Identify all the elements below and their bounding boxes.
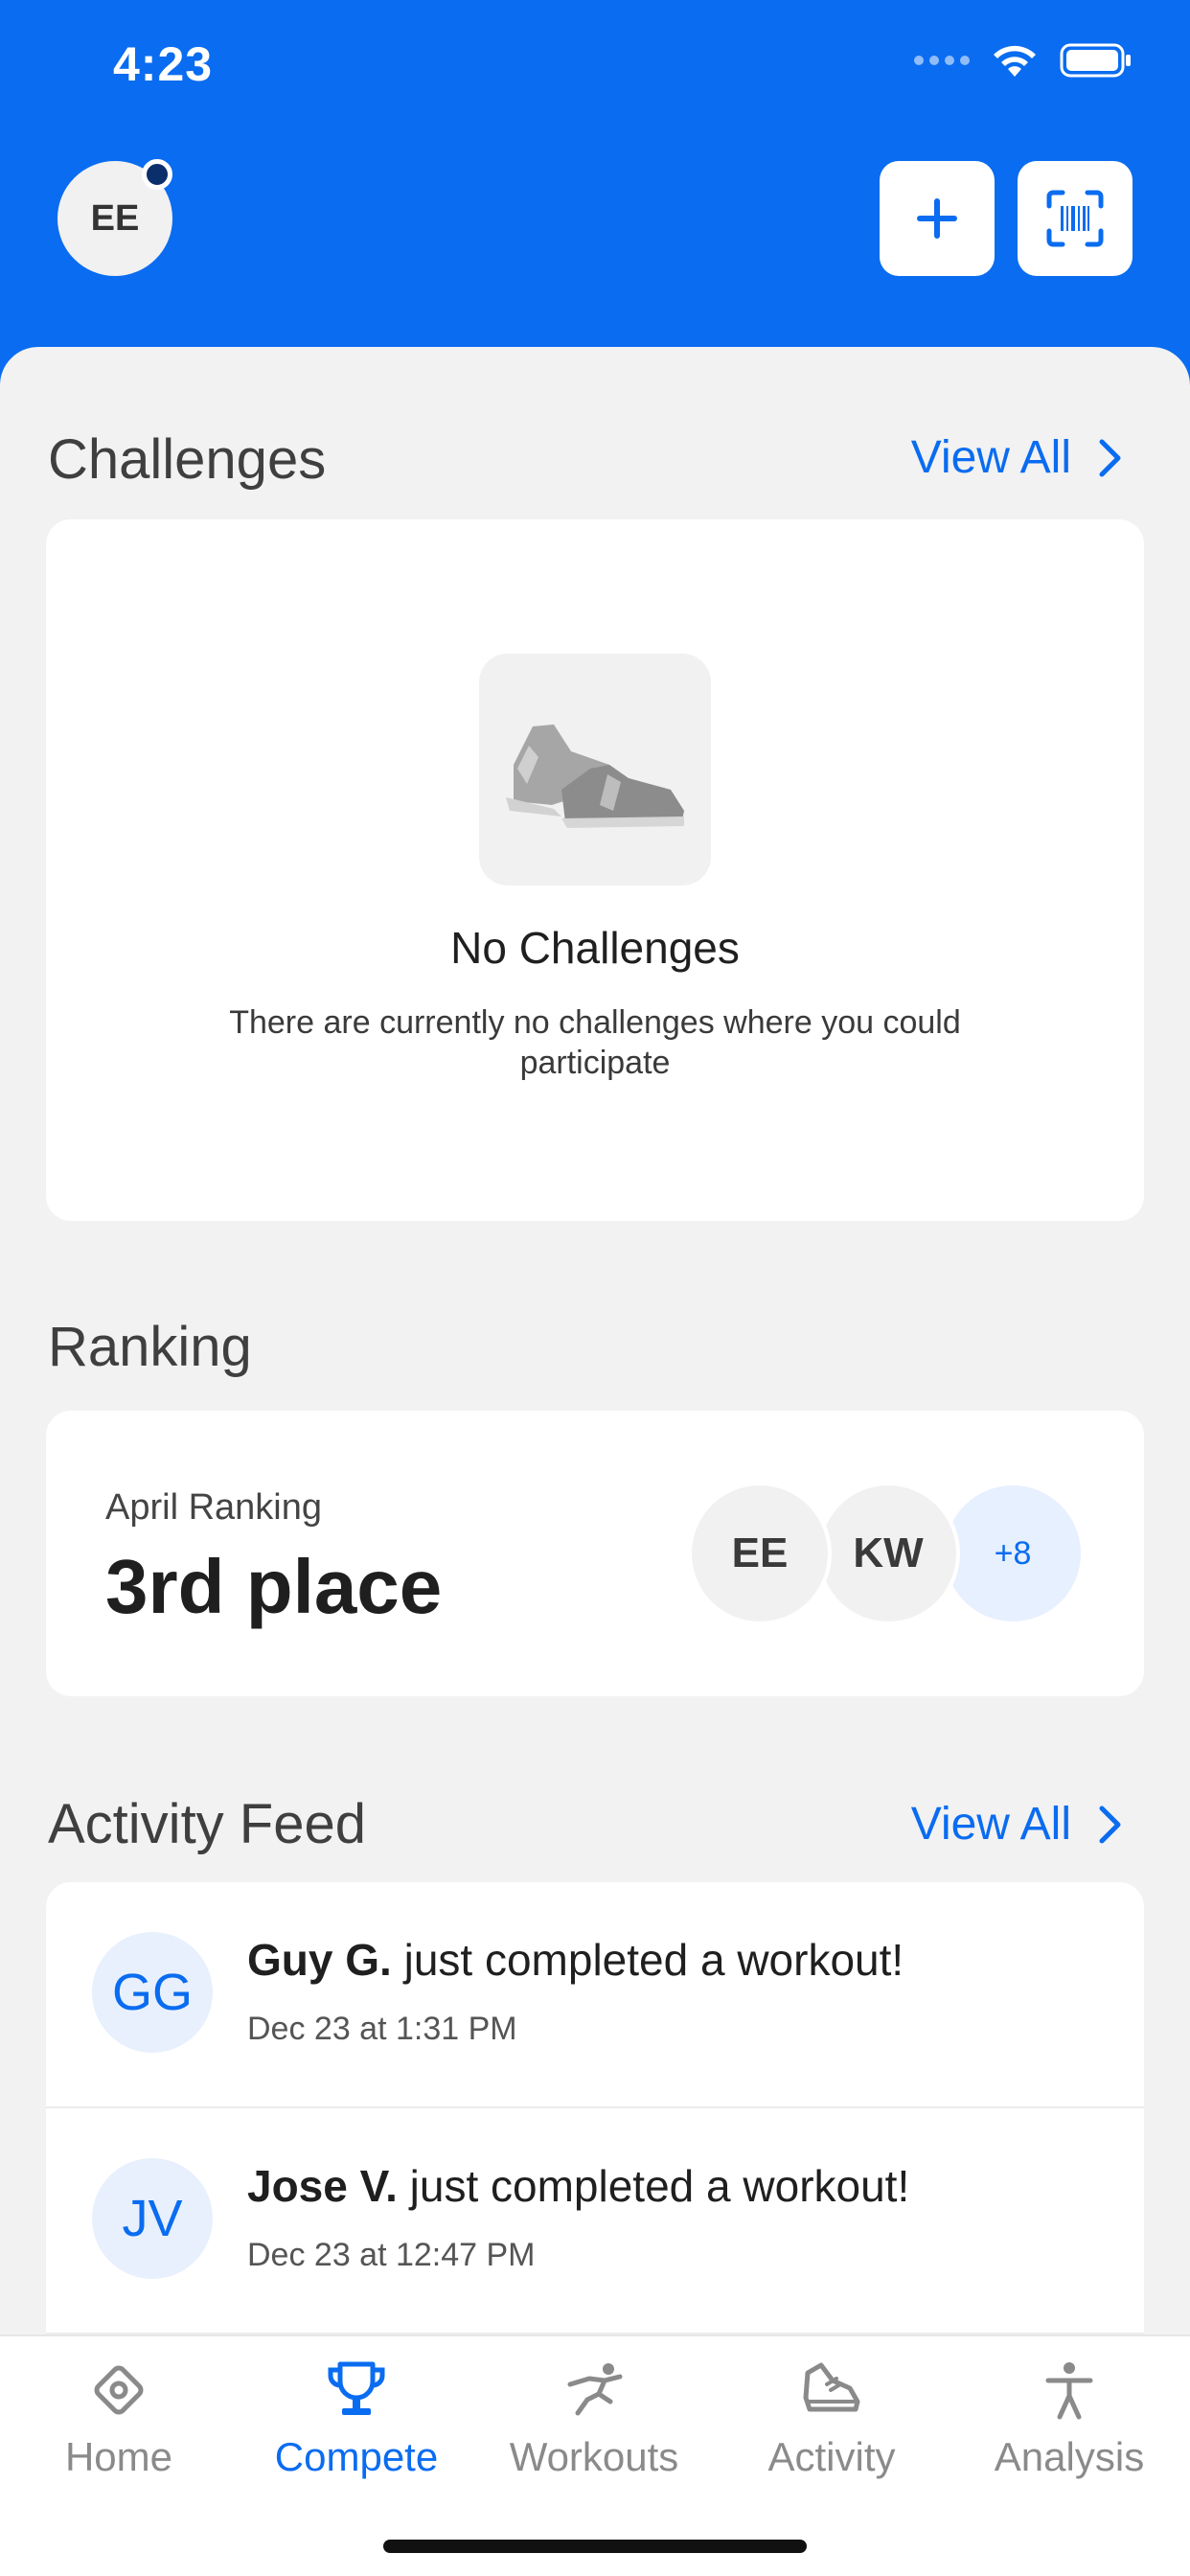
chevron-right-icon [1099,439,1121,476]
feed-avatar-initials: JV [122,2190,183,2247]
person-icon [1045,2362,1093,2420]
feed-user-name: Jose V. [247,2161,398,2211]
feed-user-name: Guy G. [247,1935,392,1985]
notification-dot [142,159,172,190]
tab-analysis[interactable]: Analysis [950,2352,1188,2496]
activity-feed-title: Activity Feed [48,1793,366,1855]
shoe-icon [803,2362,860,2412]
feed-avatar: GG [92,1932,213,2053]
feed-timestamp: Dec 23 at 12:47 PM [247,2237,536,2273]
barcode-scan-icon [1046,190,1104,247]
feed-action: just completed a workout! [391,1935,904,1985]
no-challenges-description: There are currently no challenges where … [229,1004,961,1081]
status-time: 4:23 [113,37,214,91]
feed-timestamp: Dec 23 at 1:31 PM [247,2011,517,2047]
chevron-right-icon [1099,1806,1121,1843]
ranking-title: Ranking [48,1316,252,1378]
wifi-icon [994,45,1036,77]
challenges-view-all-link[interactable]: View All [911,431,1123,484]
ranking-more-avatars: +8 [941,1482,1085,1625]
trophy-icon [328,2361,385,2415]
tab-home-label: Home [64,2434,173,2479]
sneakers-icon [479,654,711,886]
content-sheet: Challenges View All No Challenges There … [0,347,1190,2576]
feed-action: just completed a workout! [397,2161,910,2211]
battery-icon [1060,43,1131,78]
tab-home[interactable]: Home [0,2352,238,2496]
ranking-avatar-initials: EE [731,1530,789,1576]
tab-workouts[interactable]: Workouts [475,2352,713,2496]
activity-feed-card: GG Guy G. just completed a workout! Dec … [46,1882,1144,2380]
tab-compete-label: Compete [274,2434,439,2479]
home-icon [94,2365,144,2415]
app-header: 4:23 EE [0,0,1190,402]
ranking-avatar-initials: KW [853,1530,924,1576]
signal-icon [914,56,970,65]
no-challenges-title: No Challenges [450,923,740,973]
tab-activity-label: Activity [767,2434,896,2479]
ranking-card[interactable]: April Ranking 3rd place +8 KW EE [46,1411,1144,1696]
feed-item[interactable]: GG Guy G. just completed a workout! Dec … [46,1882,1144,2106]
challenges-title: Challenges [48,428,327,491]
ranking-label: April Ranking [105,1487,322,1528]
plus-icon [917,198,957,239]
tab-workouts-label: Workouts [509,2434,679,2479]
scan-button[interactable] [1018,161,1133,276]
status-icons [914,42,1133,79]
add-button[interactable] [880,161,995,276]
ranking-more-count: +8 [994,1534,1032,1572]
activity-view-all-link[interactable]: View All [911,1798,1123,1851]
tab-analysis-label: Analysis [994,2434,1145,2479]
profile-initials: EE [90,197,140,239]
home-indicator [383,2540,807,2553]
tab-compete[interactable]: Compete [238,2352,475,2496]
feed-avatar-initials: GG [111,1964,193,2021]
feed-avatar: JV [92,2158,213,2279]
feed-message: Guy G. just completed a workout! [247,1934,904,1986]
ranking-avatar: KW [816,1482,960,1625]
activity-view-all-label: View All [910,1799,1071,1850]
tab-activity[interactable]: Activity [713,2352,950,2496]
ranking-avatar: EE [688,1482,832,1625]
feed-item[interactable]: JV Jose V. just completed a workout! Dec… [46,2108,1144,2333]
challenges-card: No Challenges There are currently no cha… [46,519,1144,1221]
ranking-value: 3rd place [105,1544,443,1629]
runner-icon [567,2363,623,2416]
challenges-view-all-label: View All [910,432,1071,483]
feed-message: Jose V. just completed a workout! [247,2160,909,2212]
